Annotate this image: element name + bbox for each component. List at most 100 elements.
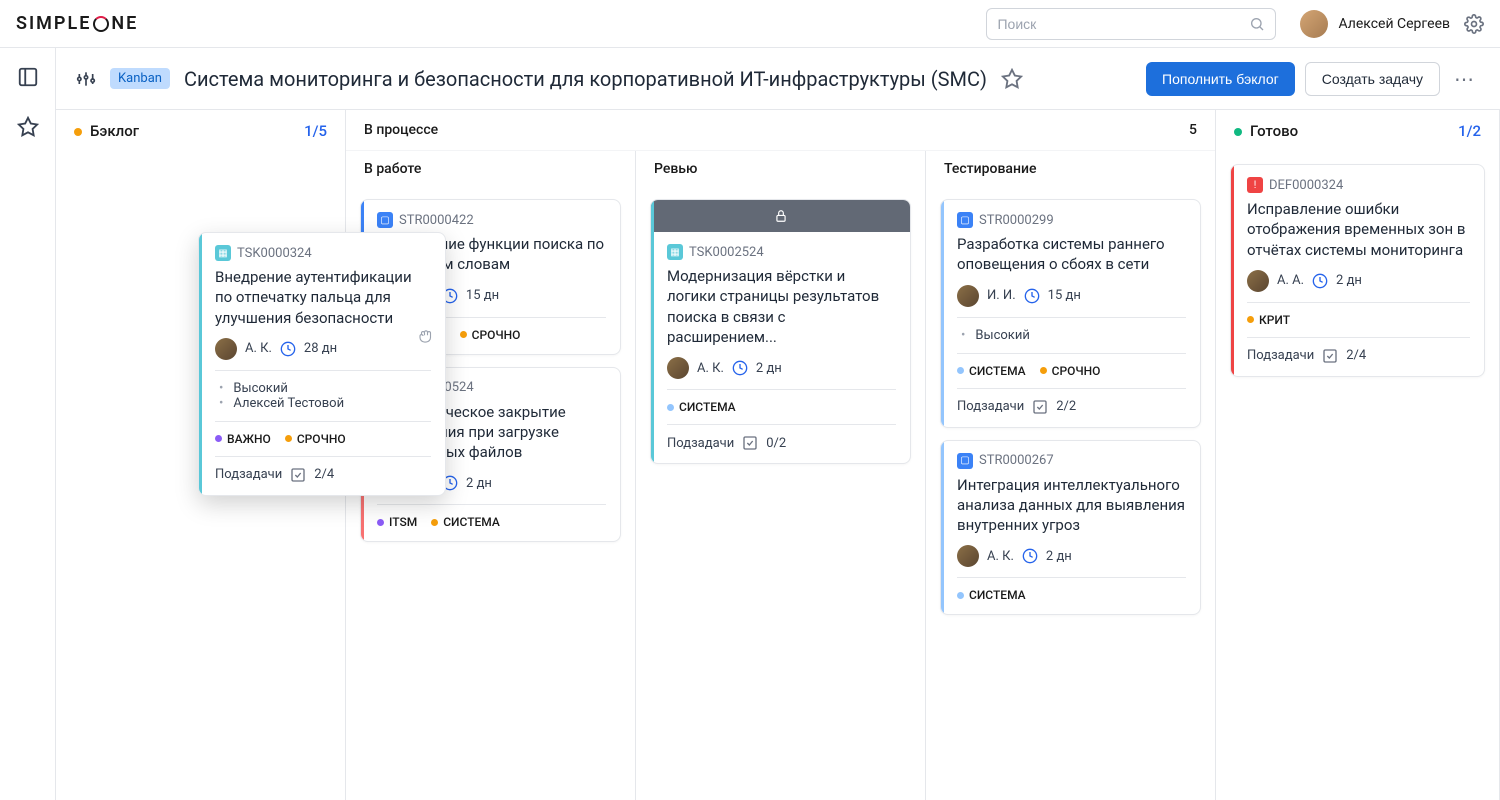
card-stripe — [651, 200, 654, 463]
task-card[interactable]: ▢STR0000267Интеграция интеллектуального … — [940, 440, 1201, 616]
clock-icon — [1022, 548, 1038, 564]
duration: 2 дн — [466, 476, 492, 491]
user-avatar — [1300, 10, 1328, 38]
project-toolbar: Kanban Система мониторинга и безопасност… — [56, 48, 1500, 110]
task-type-icon: ▦ — [667, 244, 683, 260]
card-title: Внедрение аутентификации по отпечатку па… — [215, 267, 431, 328]
tag-dot-icon — [431, 519, 438, 526]
gear-icon — [1464, 14, 1484, 34]
task-card[interactable]: ▢STR0000299Разработка системы раннего оп… — [940, 199, 1201, 428]
checklist-icon — [742, 435, 758, 451]
create-task-button[interactable]: Создать задачу — [1305, 62, 1440, 96]
user-name: Алексей Сергеев — [1338, 16, 1450, 32]
task-type-icon: ▢ — [377, 212, 393, 228]
checklist-icon — [1032, 399, 1048, 415]
fill-backlog-button[interactable]: Пополнить бэклог — [1146, 62, 1295, 96]
task-type-icon: ▢ — [957, 212, 973, 228]
panel-toggle-icon[interactable] — [17, 66, 39, 88]
checklist-icon — [290, 467, 306, 483]
assignee-avatar — [957, 285, 979, 307]
column-title: Готово — [1250, 122, 1298, 140]
card-title: Модернизация вёрстки и логики страницы р… — [667, 266, 896, 347]
lane-review-body[interactable]: ▦ TSK0002524 Модернизация вёрстки и логики… — [636, 187, 925, 800]
star-icon[interactable] — [17, 116, 39, 138]
duration: 15 дн — [1048, 288, 1081, 303]
card-subtasks: Подзадачи2/4 — [1247, 348, 1470, 364]
search-input[interactable] — [997, 16, 1249, 32]
lock-icon — [774, 209, 788, 223]
lane-title: Ревью — [654, 161, 697, 177]
favorite-toggle-icon[interactable] — [1001, 68, 1023, 90]
column-count: 1/5 — [304, 122, 327, 140]
card-subtasks: Подзадачи0/2 — [667, 435, 896, 451]
column-process-header[interactable]: В процессе 5 — [346, 110, 1215, 151]
user-menu[interactable]: Алексей Сергеев — [1300, 10, 1450, 38]
duration: 15 дн — [466, 288, 499, 303]
left-rail — [0, 48, 56, 800]
assignee-initials: А. К. — [987, 549, 1014, 564]
column-done-header[interactable]: Готово 1/2 — [1216, 110, 1499, 152]
view-mode-pill[interactable]: Kanban — [110, 68, 170, 89]
card-bullets: Высокий — [957, 328, 1186, 343]
search-input-wrapper[interactable] — [986, 8, 1276, 40]
app-header: SIMPLENE Алексей Сергеев — [0, 0, 1500, 48]
card-id: STR0000267 — [979, 453, 1054, 468]
filter-icon[interactable] — [76, 69, 96, 89]
dragged-card[interactable]: ▦ TSK0000324 Внедрение аутентификации по… — [198, 232, 446, 496]
lane-review: Ревью ▦ TSK0002524 Модернизация вёрстки и … — [636, 151, 926, 800]
clock-icon — [732, 360, 748, 376]
lane-testing-header[interactable]: Тестирование — [926, 151, 1215, 187]
lane-testing: Тестирование ▢STR0000299Разработка систе… — [926, 151, 1215, 800]
clock-icon — [280, 341, 296, 357]
duration: 2 дн — [1336, 273, 1362, 288]
assignee-initials: А. А. — [1277, 273, 1304, 288]
assignee-avatar — [1247, 270, 1269, 292]
card-id: DEF0000324 — [1269, 178, 1343, 193]
lane-review-header[interactable]: Ревью — [636, 151, 925, 187]
project-title: Система мониторинга и безопасности для к… — [184, 67, 987, 91]
clock-icon — [1024, 288, 1040, 304]
settings-button[interactable] — [1464, 14, 1484, 34]
task-type-icon: ! — [1247, 177, 1263, 193]
tag-dot-icon — [667, 404, 674, 411]
tag-dot-icon — [285, 435, 292, 442]
lane-work-header[interactable]: В работе — [346, 151, 635, 187]
tag-dot-icon — [377, 519, 384, 526]
logo-text-a: SIMPLE — [16, 13, 91, 34]
duration: 2 дн — [756, 361, 782, 376]
tag-dot-icon — [957, 367, 964, 374]
locked-bar — [651, 200, 910, 232]
status-dot-icon — [74, 128, 82, 136]
logo[interactable]: SIMPLENE — [16, 13, 138, 34]
assignee-initials: А. К. — [245, 341, 272, 356]
lane-testing-body[interactable]: ▢STR0000299Разработка системы раннего оп… — [926, 187, 1215, 800]
column-done-body[interactable]: !DEF0000324Исправление ошибки отображени… — [1216, 152, 1499, 800]
assignee-avatar — [667, 357, 689, 379]
more-menu-button[interactable]: ⋯ — [1450, 63, 1480, 95]
search-icon — [1249, 16, 1265, 32]
task-type-icon: ▦ — [215, 245, 231, 261]
card-tags: КРИТ — [1247, 313, 1470, 327]
assignee-initials: И. И. — [987, 288, 1016, 303]
duration: 2 дн — [1046, 549, 1072, 564]
card-bullets: Высокий Алексей Тестовой — [215, 381, 431, 411]
card-tags: ВАЖНО СРОЧНО — [215, 432, 431, 446]
status-dot-icon — [1234, 128, 1242, 136]
card-id: STR0000422 — [399, 213, 474, 228]
card-id: TSK0000324 — [237, 246, 312, 261]
lane-title: Тестирование — [944, 161, 1036, 177]
card-stripe — [941, 200, 944, 427]
task-card[interactable]: ▦ TSK0002524 Модернизация вёрстки и логики… — [650, 199, 911, 464]
column-backlog-header[interactable]: Бэклог 1/5 — [56, 110, 345, 152]
assignee-initials: А. К. — [697, 361, 724, 376]
tag-dot-icon — [215, 435, 222, 442]
column-title: В процессе — [364, 122, 438, 138]
checklist-icon — [1322, 348, 1338, 364]
card-stripe — [199, 233, 202, 495]
card-title: Интеграция интеллектуального анализа дан… — [957, 475, 1186, 536]
task-card[interactable]: !DEF0000324Исправление ошибки отображени… — [1230, 164, 1485, 377]
tag-dot-icon — [957, 592, 964, 599]
card-id: TSK0002524 — [689, 245, 764, 260]
assignee-avatar — [957, 545, 979, 567]
card-title: Разработка системы раннего оповещения о … — [957, 234, 1186, 275]
